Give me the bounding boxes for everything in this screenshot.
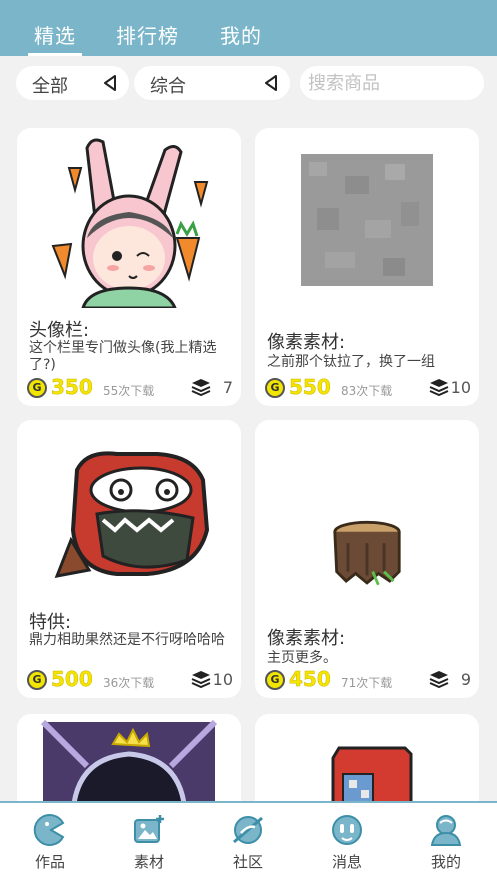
product-card[interactable]: 头像栏: 这个栏里专门做头像(我上精选了?) G 350 55次下载 7: [17, 128, 241, 406]
card-title: 头像栏:: [29, 320, 90, 341]
pacman-icon: [33, 814, 65, 846]
nav-label: 消息: [331, 853, 362, 871]
card-price: 450: [289, 667, 331, 692]
tree-stump-thumbnail-image: [260, 420, 474, 600]
card-title: 特供:: [29, 612, 72, 633]
card-downloads: 83次下载: [341, 384, 393, 398]
card-description: 主页更多。: [267, 650, 337, 666]
layers-icon: [429, 379, 449, 396]
user-icon: [430, 815, 462, 846]
card-item-count: 10: [212, 670, 233, 689]
card-description: 鼎力相助果然还是不行呀哈哈哈: [29, 632, 225, 648]
coin-icon: G: [27, 670, 47, 690]
planet-icon: [233, 816, 263, 844]
lion-dance-thumbnail-image: [17, 420, 241, 600]
tab-mine[interactable]: 我的: [220, 20, 262, 49]
card-item-count: 9: [460, 670, 471, 689]
nav-label: 我的: [430, 853, 461, 871]
nav-label: 作品: [34, 853, 65, 871]
card-title: 像素素材:: [267, 628, 346, 649]
card-price: 550: [289, 375, 331, 400]
card-downloads: 36次下载: [103, 676, 155, 690]
card-downloads: 71次下载: [341, 676, 393, 690]
nav-item-works[interactable]: 作品: [10, 813, 90, 877]
card-price: 500: [51, 667, 93, 692]
image-add-icon: [134, 815, 164, 843]
product-card[interactable]: 像素素材: 之前那个钛拉了，换了一组 G 550 83次下载 10: [255, 128, 479, 406]
nav-label: 社区: [232, 853, 263, 871]
search-input[interactable]: [300, 66, 484, 100]
layers-icon: [429, 671, 449, 688]
nav-item-profile[interactable]: 我的: [406, 813, 486, 877]
avatar-thumbnail-image: [17, 128, 241, 308]
bottom-nav: 作品 素材 社区 消息 我的: [0, 801, 497, 883]
caret-left-icon: [265, 75, 277, 91]
coin-icon: G: [27, 378, 47, 398]
product-card[interactable]: 特供: 鼎力相助果然还是不行呀哈哈哈 G 500 36次下载 10: [17, 420, 241, 698]
sort-dropdown-label: 综合: [150, 76, 186, 97]
card-description: 这个栏里专门做头像(我上精选了?): [29, 340, 217, 373]
caret-left-icon: [104, 75, 116, 91]
card-downloads: 55次下载: [103, 384, 155, 398]
nav-item-community[interactable]: 社区: [208, 813, 288, 877]
layers-icon: [191, 379, 211, 396]
nav-label: 素材: [133, 853, 164, 871]
tab-ranking[interactable]: 排行榜: [116, 20, 179, 49]
category-dropdown[interactable]: 全部: [16, 66, 129, 100]
coin-icon: G: [265, 378, 285, 398]
sort-dropdown[interactable]: 综合: [134, 66, 290, 100]
card-item-count: 10: [450, 378, 471, 397]
card-item-count: 7: [222, 378, 233, 397]
category-dropdown-label: 全部: [32, 76, 68, 97]
card-title: 像素素材:: [267, 332, 346, 353]
card-description: 之前那个钛拉了，换了一组: [267, 354, 435, 370]
nav-item-messages[interactable]: 消息: [307, 813, 387, 877]
stone-texture-thumbnail-image: [255, 128, 479, 308]
coin-icon: G: [265, 670, 285, 690]
layers-icon: [191, 671, 211, 688]
product-card[interactable]: 像素素材: 主页更多。 G 450 71次下载 9: [255, 420, 479, 698]
chat-face-icon: [332, 815, 362, 845]
filter-bar: 全部 综合: [0, 56, 497, 112]
tab-featured[interactable]: 精选: [28, 20, 82, 56]
nav-item-materials[interactable]: 素材: [109, 813, 189, 877]
card-price: 350: [51, 375, 93, 400]
top-tab-bar: 精选 排行榜 我的: [0, 0, 497, 56]
